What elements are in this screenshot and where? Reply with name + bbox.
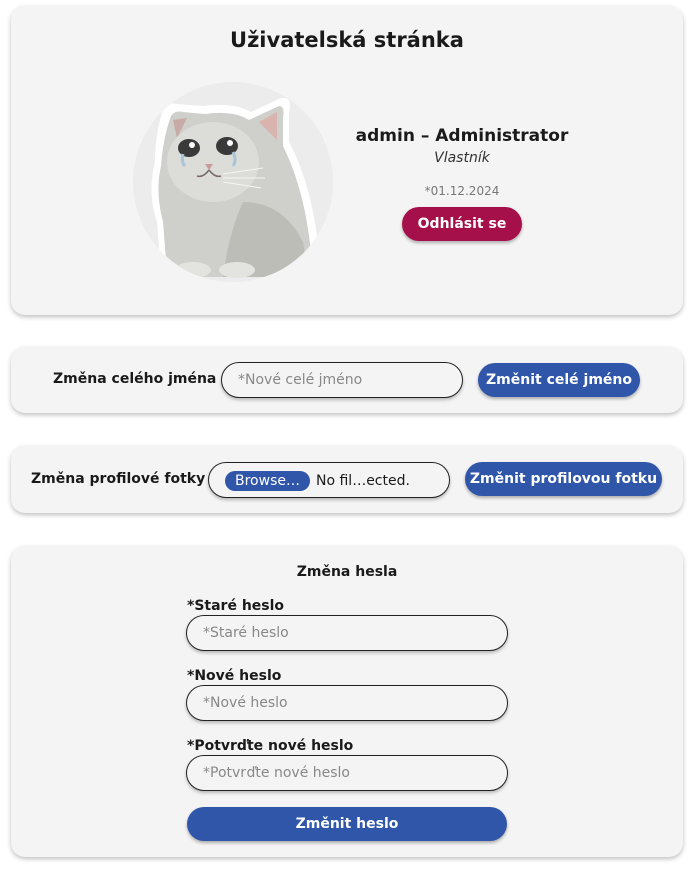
join-date: *01.12.2024 — [424, 184, 500, 198]
change-password-button[interactable]: Změnit heslo — [187, 807, 507, 841]
username: admin – Administrator — [355, 126, 569, 146]
new-password-input[interactable] — [186, 685, 508, 721]
confirm-password-label: *Potvrďte nové heslo — [187, 738, 354, 754]
old-password-label: *Staré heslo — [187, 598, 285, 614]
full-name-input[interactable] — [221, 362, 463, 398]
browse-button[interactable]: Browse… — [225, 471, 310, 491]
name-change-label: Změna celého jména — [53, 371, 217, 387]
change-photo-button[interactable]: Změnit profilovou fotku — [465, 462, 662, 496]
password-section-title: Změna hesla — [296, 564, 398, 580]
old-password-input[interactable] — [186, 615, 508, 651]
file-status: No fil…ected. — [316, 473, 410, 489]
logout-button[interactable]: Odhlásit se — [401, 207, 523, 241]
name-change-card: Změna celého jména Změnit celé jméno — [11, 347, 683, 413]
user-role: Vlastník — [434, 150, 490, 166]
new-password-label: *Nové heslo — [187, 668, 282, 684]
photo-change-card: Změna profilové fotky Browse… No fil…ect… — [11, 446, 683, 513]
profile-card: Uživatelská stránka admin – Administrato… — [11, 6, 683, 315]
password-change-card: Změna hesla *Staré heslo *Nové heslo *Po… — [11, 546, 683, 857]
avatar-cat-image — [151, 97, 321, 278]
photo-change-label: Změna profilové fotky — [31, 471, 206, 487]
change-name-button[interactable]: Změnit celé jméno — [478, 363, 640, 397]
avatar — [133, 82, 333, 282]
file-input[interactable]: Browse… No fil…ected. — [208, 462, 450, 498]
confirm-password-input[interactable] — [186, 755, 508, 791]
page-title: Uživatelská stránka — [230, 28, 464, 52]
user-info: admin – Administrator Vlastník *01.12.20… — [347, 126, 577, 241]
